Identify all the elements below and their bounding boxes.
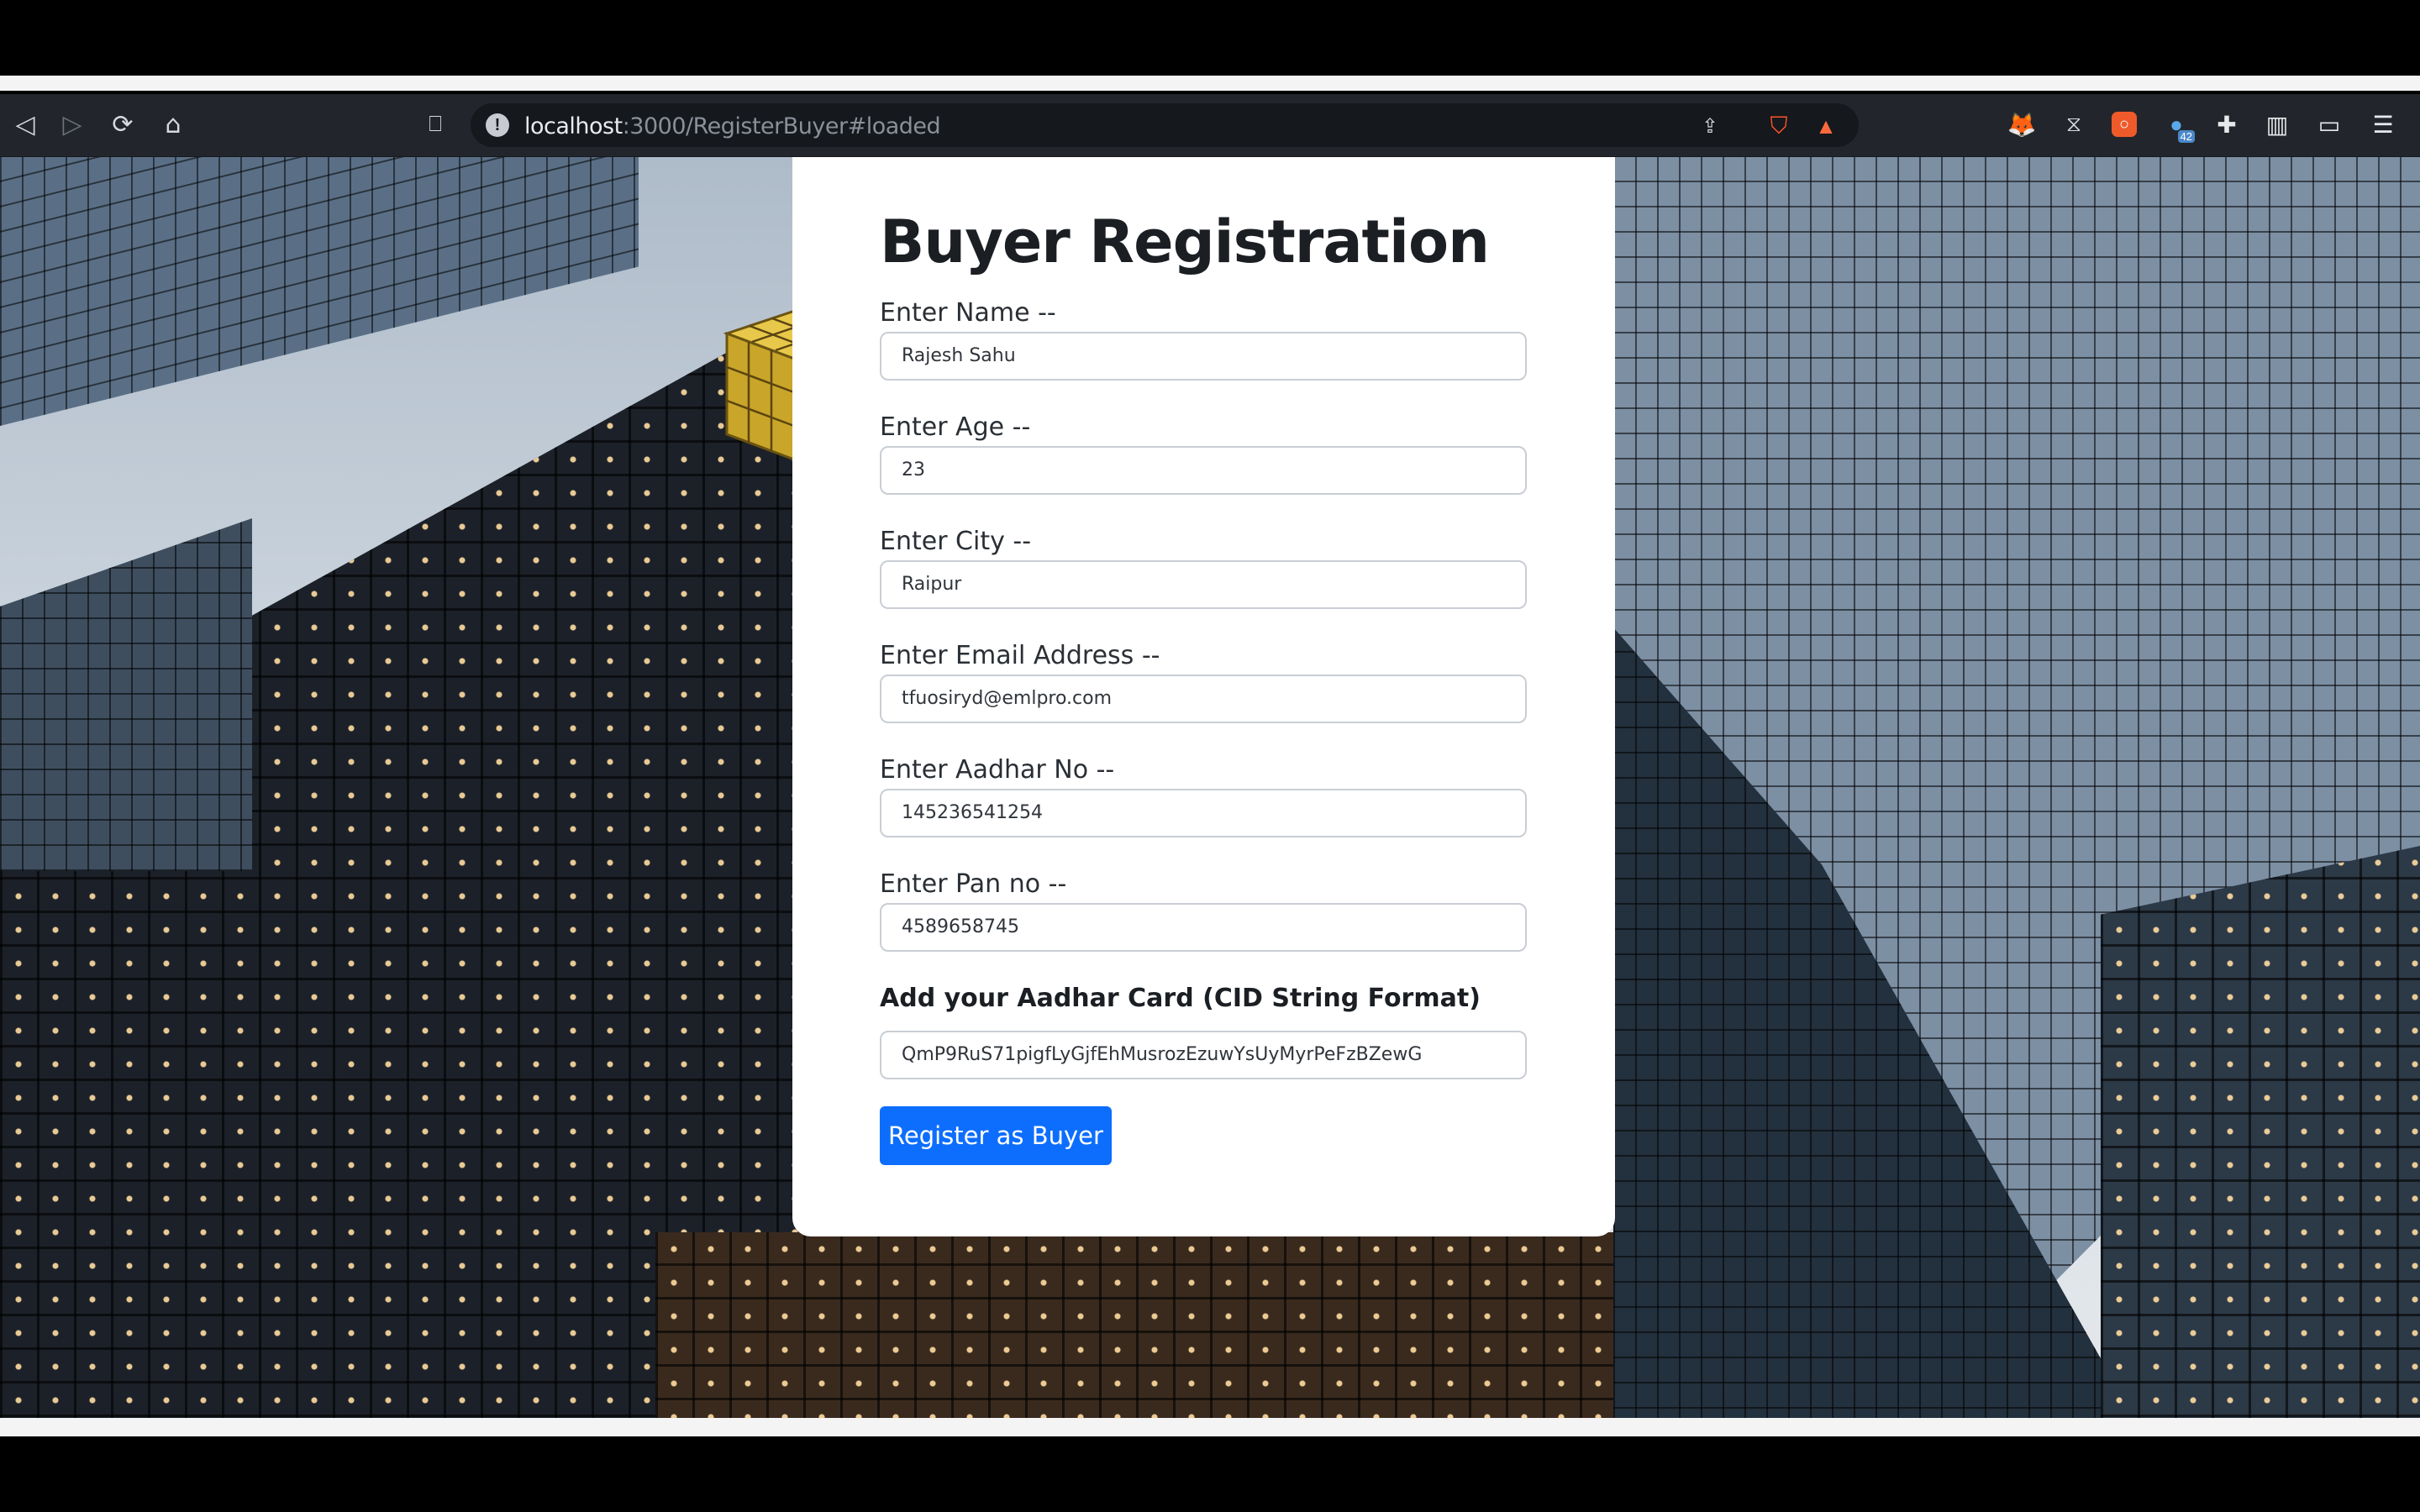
brave-rewards-icon[interactable]: ▲ (1810, 110, 1842, 142)
registration-card: Buyer Registration Enter Name -- Rajesh … (792, 157, 1615, 1236)
page-title: Buyer Registration (880, 207, 1490, 276)
badge-extension-icon[interactable]: ● 42 (2156, 104, 2196, 144)
page-viewport: Buyer Registration Enter Name -- Rajesh … (0, 157, 2420, 1418)
share-icon[interactable]: ⇪ (1694, 110, 1726, 142)
name-label: Enter Name -- (880, 298, 1056, 328)
email-label: Enter Email Address -- (880, 641, 1160, 670)
age-input[interactable]: 23 (880, 446, 1527, 495)
extension-badge-count: 42 (2177, 130, 2195, 143)
register-as-buyer-button[interactable]: Register as Buyer (880, 1106, 1112, 1165)
forward-icon[interactable]: ▷ (52, 104, 92, 144)
url-path: :3000/RegisterBuyer#loaded (622, 113, 941, 139)
email-input[interactable]: tfuosiryd@emlpro.com (880, 675, 1527, 723)
bookmark-icon[interactable]: ⎕ (415, 104, 455, 144)
aadhar-card-cid-input[interactable]: QmP9RuS71pigfLyGjfEhMusrozEzuwYsUyMyrPeF… (880, 1031, 1527, 1079)
pan-no-label: Enter Pan no -- (880, 869, 1067, 899)
url-text[interactable]: localhost:3000/RegisterBuyer#loaded (524, 113, 941, 139)
extensions-icon[interactable]: ✚ (2207, 104, 2247, 144)
browser-toolbar: ◁ ▷ ⟳ ⌂ ⎕ ! localhost:3000/RegisterBuyer… (0, 94, 2420, 157)
aadhar-no-input[interactable]: 145236541254 (880, 789, 1527, 837)
bottom-border-strip (0, 1418, 2420, 1436)
top-border-strip (0, 76, 2420, 91)
wallet-icon[interactable]: ▭ (2309, 104, 2349, 144)
building-right-far (2101, 846, 2420, 1418)
sidebar-toggle-icon[interactable]: ▥ (2257, 104, 2297, 144)
translate-extension-icon[interactable]: ⧖ (2054, 104, 2094, 144)
age-label: Enter Age -- (880, 412, 1031, 442)
menu-icon[interactable]: ☰ (2363, 104, 2403, 144)
building-center-lower (655, 1232, 1765, 1418)
home-icon[interactable]: ⌂ (153, 104, 193, 144)
city-input[interactable]: Raipur (880, 560, 1527, 609)
red-extension-icon[interactable]: ○ (2104, 104, 2144, 144)
city-label: Enter City -- (880, 527, 1032, 556)
brave-shield-icon[interactable]: ⛉ (1763, 110, 1795, 142)
site-info-icon[interactable]: ! (486, 113, 509, 137)
reload-icon[interactable]: ⟳ (103, 104, 143, 144)
metamask-icon[interactable]: 🦊 (2002, 104, 2042, 144)
aadhar-card-label: Add your Aadhar Card (CID String Format) (880, 984, 1481, 1013)
address-bar[interactable]: ! localhost:3000/RegisterBuyer#loaded ⇪ … (471, 103, 1859, 147)
aadhar-no-label: Enter Aadhar No -- (880, 755, 1115, 785)
name-input[interactable]: Rajesh Sahu (880, 332, 1527, 381)
back-icon[interactable]: ◁ (5, 104, 45, 144)
url-host: localhost (524, 113, 623, 139)
pan-no-input[interactable]: 4589658745 (880, 903, 1527, 952)
